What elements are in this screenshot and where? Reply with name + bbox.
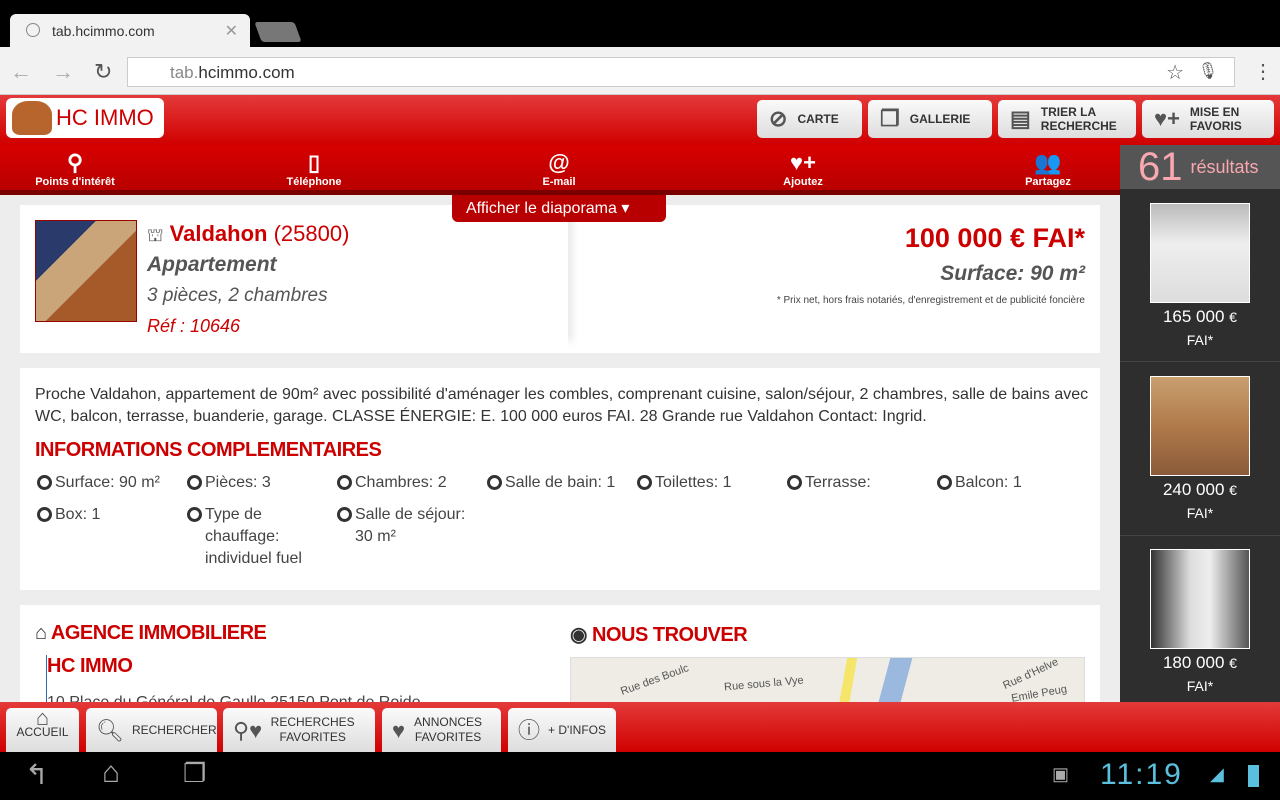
wifi-icon: ◢ <box>1210 764 1224 784</box>
address-bar-row: ← → ↻ tab.hcimmo.com ☆ 🎙 ⋮ <box>0 47 1280 95</box>
email-button[interactable]: @ E-mail <box>499 150 619 190</box>
menu-icon[interactable]: ⋮ <box>1253 59 1273 84</box>
feature: Salle de séjour: 30 m² <box>335 504 485 548</box>
points-of-interest-button[interactable]: ⚲ Points d'intérêt <box>15 150 135 190</box>
feature: Pièces: 3 <box>185 472 271 494</box>
share-button[interactable]: 👥 Partagez <box>988 150 1108 190</box>
site-header: HC IMMO ⊘ CARTE ❐ GALLERIE ▤ TRIER LA RECHE… <box>0 95 1280 145</box>
reference: Réf : 10646 <box>147 316 241 336</box>
star-icon[interactable]: ☆ <box>1166 60 1184 85</box>
description-card: Proche Valdahon, appartement de 90m² ave… <box>20 368 1100 590</box>
at-icon: @ <box>548 150 570 175</box>
surface: Surface: 90 m² <box>940 262 1085 285</box>
caret-down-icon: ▾ <box>621 200 630 217</box>
feature: Toilettes: 1 <box>635 472 731 494</box>
info-title: INFORMATIONS COMPLEMENTAIRES <box>35 439 382 461</box>
property-type: Appartement <box>147 253 277 276</box>
results-sidebar: 61 résultats 165 000 € FAI* 240 000 € FAI* … <box>1120 145 1280 702</box>
home-tab[interactable]: ⌂ ACCUEIL <box>6 705 79 752</box>
agency-block: HC IMMO 10 Place du Général de Gaulle 25… <box>46 655 421 702</box>
search-heart-icon: ⚲♥ <box>233 717 263 743</box>
agency-name: HC IMMO <box>47 655 133 677</box>
favorite-button[interactable]: ♥+ MISE EN FAVORIS <box>1142 100 1274 138</box>
phone-button[interactable]: ▯ Téléphone <box>254 150 374 190</box>
divider <box>558 205 568 345</box>
listing-content: Afficher le diaporama ▾ ⛫ Valdahon (2580… <box>0 195 1120 702</box>
sort-button[interactable]: ▤ TRIER LA RECHERCHE <box>998 100 1136 138</box>
map-title: ◉ NOUS TROUVER <box>570 624 748 646</box>
home-icon: ⌂ <box>35 622 47 644</box>
browser-tab[interactable]: tab.hcimmo.com ✕ <box>10 14 250 47</box>
search-icon: 🔍︎ <box>96 717 124 743</box>
heart-plus-icon: ♥+ <box>790 150 816 175</box>
listing-photo[interactable] <box>35 220 137 322</box>
back-icon[interactable]: ↰ <box>25 758 48 791</box>
price: 100 000 € FAI* <box>904 223 1085 253</box>
gallery-notification-icon[interactable]: ▣ <box>1052 764 1069 785</box>
reload-icon[interactable]: ↻ <box>94 59 112 85</box>
price-note: * Prix net, hors frais notariés, d'enreg… <box>776 295 1085 306</box>
saved-searches-tab[interactable]: ⚲♥ RECHERCHES FAVORITES <box>223 708 375 752</box>
info-icon: ⓘ <box>518 717 541 743</box>
home-icon: ⌂ <box>35 705 50 730</box>
feature: Surface: 90 m² <box>35 472 160 494</box>
dog-mascot-icon <box>12 101 52 135</box>
map-pin-icon: ⚲ <box>66 150 84 175</box>
add-button[interactable]: ♥+ Ajoutez <box>743 150 863 190</box>
compass-icon: ⊘ <box>769 106 788 131</box>
battery-icon <box>1248 765 1259 787</box>
logo[interactable]: HC IMMO <box>6 98 164 138</box>
feature: Balcon: 1 <box>935 472 1022 494</box>
agency-address: 10 Place du Général de Gaulle 25150 Pont… <box>47 694 421 702</box>
feature: Chambres: 2 <box>335 472 447 494</box>
map[interactable]: Rue des Boulc Rue sous la Vye Rue d'Helv… <box>570 657 1085 702</box>
clock: 11:19 <box>1100 758 1183 791</box>
tray-icon: ▤ <box>1010 106 1031 131</box>
results-count: 61 résultats <box>1120 145 1280 189</box>
phone-icon: ▯ <box>307 150 321 175</box>
gallery-icon: ❐ <box>880 106 900 131</box>
target-icon: ◉ <box>570 624 587 646</box>
result-photo <box>1150 203 1250 303</box>
agency-card: ⌂ AGENCE IMMOBILIERE HC IMMO 10 Place du… <box>20 605 1100 702</box>
slideshow-toggle[interactable]: Afficher le diaporama ▾ <box>452 195 666 222</box>
description: Proche Valdahon, appartement de 90m² ave… <box>35 386 1089 425</box>
recent-apps-icon[interactable]: ❐ <box>183 758 206 789</box>
feature: Terrasse: <box>785 472 871 494</box>
browser-tabbar: tab.hcimmo.com ✕ <box>0 0 1280 47</box>
rooms: 3 pièces, 2 chambres <box>147 285 328 306</box>
result-item[interactable]: 240 000 € FAI* <box>1120 376 1280 521</box>
heart-plus-icon: ♥+ <box>1154 106 1180 131</box>
url-input[interactable]: tab.hcimmo.com ☆ 🎙 <box>127 57 1235 87</box>
building-icon: ⛫ <box>147 225 164 245</box>
heart-icon: ♥ <box>392 717 406 743</box>
back-icon[interactable]: ← <box>10 59 32 85</box>
home-icon[interactable]: ⌂ <box>102 756 120 790</box>
people-icon: 👥 <box>1034 150 1062 175</box>
feature: Type de chauffage: individuel fuel <box>185 504 315 570</box>
globe-icon <box>26 23 40 37</box>
action-bar: ⚲ Points d'intérêt ▯ Téléphone @ E-mail ♥+ A… <box>0 145 1120 195</box>
forward-icon[interactable]: → <box>52 59 74 85</box>
result-photo <box>1150 549 1250 649</box>
feature: Salle de bain: 1 <box>485 472 615 494</box>
result-item[interactable]: 180 000 € FAI* <box>1120 549 1280 694</box>
microphone-icon[interactable]: 🎙 <box>1198 61 1218 81</box>
listing-location: ⛫ Valdahon (25800) <box>147 221 350 246</box>
listing-summary: ⛫ Valdahon (25800) Appartement 3 pièces,… <box>20 205 1100 353</box>
gallery-button[interactable]: ❐ GALLERIE <box>868 100 992 138</box>
bottom-tabbar: ⌂ ACCUEIL 🔍︎ RECHERCHER ⚲♥ RECHERCHES FAVOR… <box>0 702 1280 752</box>
new-tab-button[interactable] <box>254 22 302 42</box>
result-photo <box>1150 376 1250 476</box>
agency-title: ⌂ AGENCE IMMOBILIERE <box>35 622 267 644</box>
close-tab-icon[interactable]: ✕ <box>225 21 238 41</box>
more-info-tab[interactable]: ⓘ + D'INFOS <box>508 708 616 752</box>
search-tab[interactable]: 🔍︎ RECHERCHER <box>86 708 217 752</box>
system-bar: ↰ ⌂ ❐ ▣ 11:19 ◢ <box>0 752 1280 800</box>
map-button[interactable]: ⊘ CARTE <box>757 100 862 138</box>
result-item[interactable]: 165 000 € FAI* <box>1120 203 1280 348</box>
feature: Box: 1 <box>35 504 100 526</box>
favorite-listings-tab[interactable]: ♥ ANNONCES FAVORITES <box>382 708 501 752</box>
